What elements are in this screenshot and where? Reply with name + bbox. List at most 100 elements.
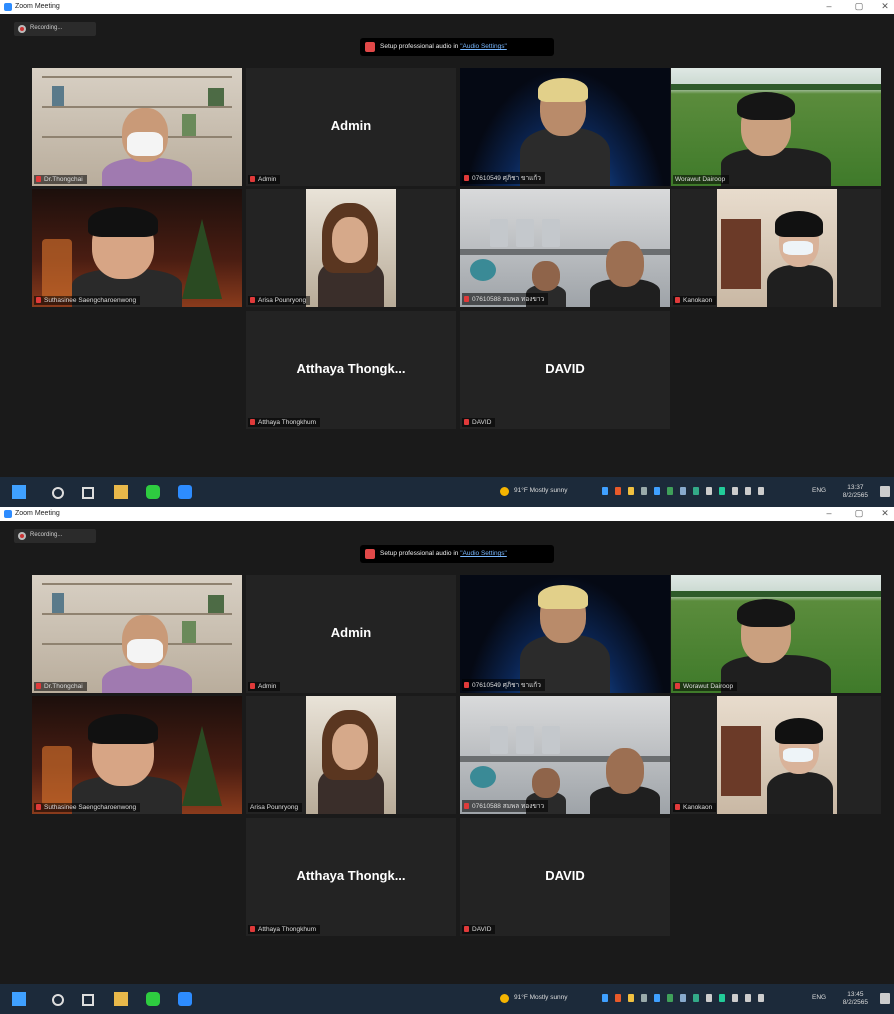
participant-tile[interactable]: Atthaya Thongk... Atthaya Thongkhum [246, 311, 456, 429]
wifi-icon[interactable] [732, 994, 738, 1002]
recording-indicator[interactable]: Recording... [14, 22, 96, 36]
tray-app-icon[interactable] [667, 487, 673, 495]
line-app-icon[interactable] [146, 992, 160, 1006]
windows-start-icon[interactable] [12, 485, 26, 499]
windows-start-icon[interactable] [12, 992, 26, 1006]
video-gallery: Recording... Setup professional audio in… [0, 14, 894, 477]
battery-icon[interactable] [745, 994, 751, 1002]
recording-indicator[interactable]: Recording... [14, 529, 96, 543]
muted-mic-icon [250, 297, 255, 303]
audio-settings-link[interactable]: "Audio Settings" [460, 550, 507, 557]
tray-app-icon[interactable] [602, 487, 608, 495]
search-icon[interactable] [52, 994, 64, 1006]
restore-icon[interactable]: ▢ [852, 1, 866, 12]
tray-app-icon[interactable] [680, 487, 686, 495]
tray-app-icon[interactable] [628, 994, 634, 1002]
participant-name-label: DAVID [462, 418, 496, 427]
weather-text[interactable]: 91°F Mostly sunny [514, 487, 568, 494]
minimize-icon[interactable]: – [822, 1, 836, 11]
participant-tile[interactable]: Dr.Thongchai [32, 68, 242, 186]
tray-app-icon[interactable] [654, 487, 660, 495]
clock[interactable]: 13:45 8/2/2565 [843, 991, 868, 1007]
search-icon[interactable] [52, 487, 64, 499]
language-indicator[interactable]: ENG [812, 487, 826, 494]
participant-tile[interactable]: Arisa Pounryong [246, 189, 456, 307]
line-app-icon[interactable] [146, 485, 160, 499]
muted-mic-icon [36, 297, 41, 303]
wifi-icon[interactable] [732, 487, 738, 495]
participant-name-label: 07610588 สมพล ทองขาว [462, 293, 549, 305]
muted-mic-icon [464, 296, 469, 302]
muted-mic-icon [675, 683, 680, 689]
participant-tile[interactable]: Kanokaon [671, 696, 881, 814]
weather-sun-icon[interactable] [500, 994, 509, 1003]
participant-tile[interactable]: DAVID DAVID [460, 311, 670, 429]
participant-tile[interactable]: 07610549 ศุภิชา ขาแก้ว [460, 575, 670, 693]
chevron-up-icon[interactable] [641, 487, 647, 495]
participant-name-label: Worawut Dairoop [673, 682, 738, 691]
participant-name: Arisa Pounryong [258, 297, 307, 304]
participant-tile[interactable]: Worawut Dairoop [671, 68, 881, 186]
file-explorer-icon[interactable] [114, 485, 128, 499]
tray-app-icon[interactable] [693, 994, 699, 1002]
zoom-app-icon[interactable] [178, 485, 192, 499]
participant-tile[interactable]: Arisa Pounryong [246, 696, 456, 814]
participant-tile[interactable]: Suthasinee Saengcharoenwong [32, 189, 242, 307]
language-indicator[interactable]: ENG [812, 994, 826, 1001]
tray-app-icon[interactable] [615, 487, 621, 495]
participant-tile[interactable]: 07610588 สมพล ทองขาว [460, 189, 670, 307]
tray-app-icon[interactable] [667, 994, 673, 1002]
muted-mic-icon [464, 803, 469, 809]
microphone-icon [365, 42, 375, 52]
restore-icon[interactable]: ▢ [852, 508, 866, 519]
audio-settings-link[interactable]: "Audio Settings" [460, 43, 507, 50]
task-view-icon[interactable] [82, 994, 94, 1006]
participant-name: DAVID [472, 419, 492, 426]
audio-settings-banner: Setup professional audio in "Audio Setti… [360, 545, 554, 563]
participant-tile[interactable]: Admin Admin [246, 575, 456, 693]
tray-app-icon[interactable] [719, 487, 725, 495]
volume-icon[interactable] [706, 487, 712, 495]
close-icon[interactable]: ✕ [878, 508, 892, 519]
battery-icon[interactable] [745, 487, 751, 495]
participant-tile[interactable]: Worawut Dairoop [671, 575, 881, 693]
tray-app-icon[interactable] [615, 994, 621, 1002]
participant-name-label: 07610588 สมพล ทองขาว [462, 800, 549, 812]
chevron-up-icon[interactable] [641, 994, 647, 1002]
volume-icon[interactable] [706, 994, 712, 1002]
participant-tile[interactable]: DAVID DAVID [460, 818, 670, 936]
participant-tile[interactable]: Admin Admin [246, 68, 456, 186]
taskbar: 91°F Mostly sunny ENG 13:45 8/2/2565 [0, 984, 894, 1014]
action-center-icon[interactable] [880, 486, 890, 497]
participant-tile[interactable]: Suthasinee Saengcharoenwong [32, 696, 242, 814]
action-center-icon[interactable] [880, 993, 890, 1004]
file-explorer-icon[interactable] [114, 992, 128, 1006]
audio-settings-banner: Setup professional audio in "Audio Setti… [360, 38, 554, 56]
tray-app-icon[interactable] [693, 487, 699, 495]
participant-tile[interactable]: 07610588 สมพล ทองขาว [460, 696, 670, 814]
tray-app-icon[interactable] [654, 994, 660, 1002]
notification-bell-icon[interactable] [758, 487, 764, 495]
weather-sun-icon[interactable] [500, 487, 509, 496]
participant-tile[interactable]: Kanokaon [671, 189, 881, 307]
participant-name: Arisa Pounryong [250, 804, 299, 811]
participant-name: Admin [258, 683, 277, 690]
participant-tile[interactable]: Dr.Thongchai [32, 575, 242, 693]
participant-tile[interactable]: 07610549 ศุภิชา ขาแก้ว [460, 68, 670, 186]
tray-app-icon[interactable] [719, 994, 725, 1002]
task-view-icon[interactable] [82, 487, 94, 499]
participant-name: Worawut Dairoop [683, 683, 734, 690]
tray-app-icon[interactable] [680, 994, 686, 1002]
zoom-app-icon[interactable] [178, 992, 192, 1006]
participant-display-name: Atthaya Thongk... [296, 361, 406, 376]
minimize-icon[interactable]: – [822, 508, 836, 518]
weather-text[interactable]: 91°F Mostly sunny [514, 994, 568, 1001]
tray-app-icon[interactable] [602, 994, 608, 1002]
close-icon[interactable]: ✕ [878, 1, 892, 12]
muted-mic-icon [36, 804, 41, 810]
tray-app-icon[interactable] [628, 487, 634, 495]
clock[interactable]: 13:37 8/2/2565 [843, 484, 868, 500]
muted-mic-icon [464, 419, 469, 425]
notification-bell-icon[interactable] [758, 994, 764, 1002]
participant-tile[interactable]: Atthaya Thongk... Atthaya Thongkhum [246, 818, 456, 936]
